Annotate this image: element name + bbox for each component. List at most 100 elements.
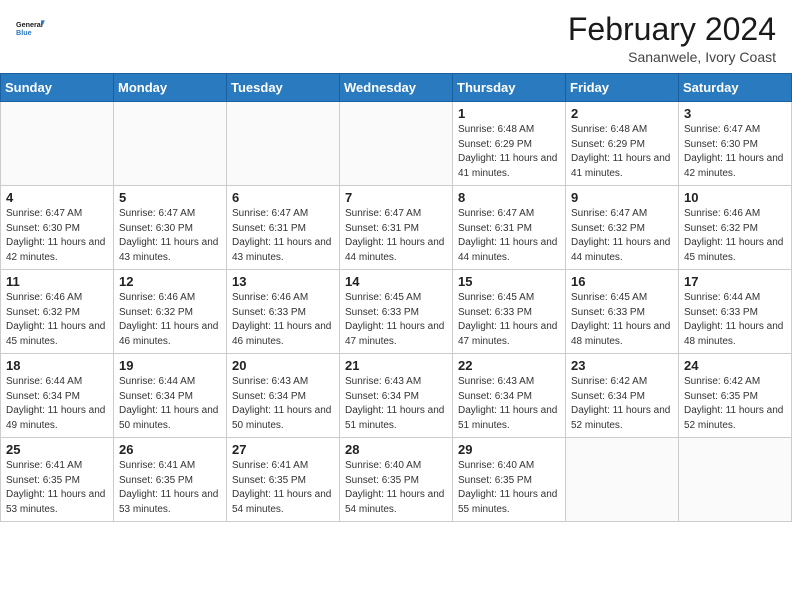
calendar-header-friday: Friday	[566, 74, 679, 102]
calendar-cell: 10 Sunrise: 6:46 AM Sunset: 6:32 PM Dayli…	[679, 186, 792, 270]
day-info: Sunrise: 6:47 AM Sunset: 6:30 PM Dayligh…	[6, 207, 108, 265]
svg-text:Blue: Blue	[16, 28, 32, 37]
day-info: Sunrise: 6:45 AM Sunset: 6:33 PM Dayligh…	[345, 291, 447, 349]
day-number: 21	[345, 358, 447, 373]
day-number: 7	[345, 190, 447, 205]
title-block: February 2024 Sananwele, Ivory Coast	[568, 12, 776, 65]
day-number: 10	[684, 190, 786, 205]
calendar-cell: 4Sunrise: 6:47 AM Sunset: 6:30 PM Daylig…	[1, 186, 114, 270]
calendar-cell: 22 Sunrise: 6:43 AM Sunset: 6:34 PM Dayli…	[453, 354, 566, 438]
calendar-wrap: SundayMondayTuesdayWednesdayThursdayFrid…	[0, 73, 792, 522]
day-info: Sunrise: 6:43 AM Sunset: 6:34 PM Dayligh…	[232, 375, 334, 433]
day-info: Sunrise: 6:40 AM Sunset: 6:35 PM Dayligh…	[458, 459, 560, 517]
calendar-cell	[566, 438, 679, 522]
calendar-week-2: 11 Sunrise: 6:46 AM Sunset: 6:32 PM Dayli…	[1, 270, 792, 354]
day-info: Sunrise: 6:45 AM Sunset: 6:33 PM Dayligh…	[571, 291, 673, 349]
calendar-header-monday: Monday	[114, 74, 227, 102]
day-info: Sunrise: 6:47 AM Sunset: 6:31 PM Dayligh…	[345, 207, 447, 265]
calendar-week-4: 25 Sunrise: 6:41 AM Sunset: 6:35 PM Dayli…	[1, 438, 792, 522]
calendar-week-1: 4Sunrise: 6:47 AM Sunset: 6:30 PM Daylig…	[1, 186, 792, 270]
calendar-cell: 6 Sunrise: 6:47 AM Sunset: 6:31 PM Daylig…	[227, 186, 340, 270]
subtitle: Sananwele, Ivory Coast	[568, 49, 776, 65]
day-info: Sunrise: 6:47 AM Sunset: 6:30 PM Dayligh…	[684, 123, 786, 181]
calendar-cell: 27Sunrise: 6:41 AM Sunset: 6:35 PM Dayli…	[227, 438, 340, 522]
calendar-cell: 16 Sunrise: 6:45 AM Sunset: 6:33 PM Dayli…	[566, 270, 679, 354]
day-number: 14	[345, 274, 447, 289]
day-number: 22	[458, 358, 560, 373]
day-info: Sunrise: 6:41 AM Sunset: 6:35 PM Dayligh…	[232, 459, 334, 517]
day-info: Sunrise: 6:46 AM Sunset: 6:32 PM Dayligh…	[119, 291, 221, 349]
calendar-cell: 25 Sunrise: 6:41 AM Sunset: 6:35 PM Dayli…	[1, 438, 114, 522]
calendar-cell: 15Sunrise: 6:45 AM Sunset: 6:33 PM Dayli…	[453, 270, 566, 354]
calendar-cell: 17 Sunrise: 6:44 AM Sunset: 6:33 PM Dayli…	[679, 270, 792, 354]
day-number: 13	[232, 274, 334, 289]
calendar-cell: 26Sunrise: 6:41 AM Sunset: 6:35 PM Dayli…	[114, 438, 227, 522]
day-info: Sunrise: 6:43 AM Sunset: 6:34 PM Dayligh…	[345, 375, 447, 433]
calendar-cell: 23Sunrise: 6:42 AM Sunset: 6:34 PM Dayli…	[566, 354, 679, 438]
day-info: Sunrise: 6:40 AM Sunset: 6:35 PM Dayligh…	[345, 459, 447, 517]
calendar-header-saturday: Saturday	[679, 74, 792, 102]
calendar-cell: 21 Sunrise: 6:43 AM Sunset: 6:34 PM Dayli…	[340, 354, 453, 438]
calendar-header-tuesday: Tuesday	[227, 74, 340, 102]
day-number: 15	[458, 274, 560, 289]
calendar-cell: 24 Sunrise: 6:42 AM Sunset: 6:35 PM Dayli…	[679, 354, 792, 438]
calendar-cell: 12 Sunrise: 6:46 AM Sunset: 6:32 PM Dayli…	[114, 270, 227, 354]
day-number: 24	[684, 358, 786, 373]
calendar-cell	[340, 102, 453, 186]
calendar-cell: 14 Sunrise: 6:45 AM Sunset: 6:33 PM Dayli…	[340, 270, 453, 354]
calendar-cell	[114, 102, 227, 186]
day-number: 16	[571, 274, 673, 289]
page: GeneralBlue February 2024 Sananwele, Ivo…	[0, 0, 792, 612]
calendar-header-row: SundayMondayTuesdayWednesdayThursdayFrid…	[1, 74, 792, 102]
calendar-cell: 20 Sunrise: 6:43 AM Sunset: 6:34 PM Dayli…	[227, 354, 340, 438]
calendar-cell: 9 Sunrise: 6:47 AM Sunset: 6:32 PM Daylig…	[566, 186, 679, 270]
day-info: Sunrise: 6:46 AM Sunset: 6:32 PM Dayligh…	[684, 207, 786, 265]
calendar-cell: 5 Sunrise: 6:47 AM Sunset: 6:30 PM Daylig…	[114, 186, 227, 270]
day-number: 5	[119, 190, 221, 205]
day-info: Sunrise: 6:44 AM Sunset: 6:33 PM Dayligh…	[684, 291, 786, 349]
day-info: Sunrise: 6:41 AM Sunset: 6:35 PM Dayligh…	[6, 459, 108, 517]
day-number: 25	[6, 442, 108, 457]
calendar-header-sunday: Sunday	[1, 74, 114, 102]
day-number: 29	[458, 442, 560, 457]
day-info: Sunrise: 6:44 AM Sunset: 6:34 PM Dayligh…	[6, 375, 108, 433]
day-info: Sunrise: 6:47 AM Sunset: 6:31 PM Dayligh…	[458, 207, 560, 265]
day-number: 6	[232, 190, 334, 205]
day-info: Sunrise: 6:46 AM Sunset: 6:32 PM Dayligh…	[6, 291, 108, 349]
day-info: Sunrise: 6:46 AM Sunset: 6:33 PM Dayligh…	[232, 291, 334, 349]
calendar-week-3: 18 Sunrise: 6:44 AM Sunset: 6:34 PM Dayli…	[1, 354, 792, 438]
header: GeneralBlue February 2024 Sananwele, Ivo…	[0, 0, 792, 73]
calendar-cell: 18 Sunrise: 6:44 AM Sunset: 6:34 PM Dayli…	[1, 354, 114, 438]
day-number: 17	[684, 274, 786, 289]
logo-icon: GeneralBlue	[16, 12, 48, 44]
calendar-cell: 3 Sunrise: 6:47 AM Sunset: 6:30 PM Daylig…	[679, 102, 792, 186]
day-number: 20	[232, 358, 334, 373]
day-info: Sunrise: 6:47 AM Sunset: 6:31 PM Dayligh…	[232, 207, 334, 265]
calendar-cell	[679, 438, 792, 522]
calendar-cell: 8 Sunrise: 6:47 AM Sunset: 6:31 PM Daylig…	[453, 186, 566, 270]
calendar-cell: 19Sunrise: 6:44 AM Sunset: 6:34 PM Dayli…	[114, 354, 227, 438]
day-number: 2	[571, 106, 673, 121]
calendar-cell: 28 Sunrise: 6:40 AM Sunset: 6:35 PM Dayli…	[340, 438, 453, 522]
day-number: 12	[119, 274, 221, 289]
calendar-header-thursday: Thursday	[453, 74, 566, 102]
day-info: Sunrise: 6:48 AM Sunset: 6:29 PM Dayligh…	[571, 123, 673, 181]
day-number: 26	[119, 442, 221, 457]
logo: GeneralBlue	[16, 12, 48, 44]
day-info: Sunrise: 6:42 AM Sunset: 6:35 PM Dayligh…	[684, 375, 786, 433]
day-number: 18	[6, 358, 108, 373]
day-number: 3	[684, 106, 786, 121]
calendar-cell: 1Sunrise: 6:48 AM Sunset: 6:29 PM Daylig…	[453, 102, 566, 186]
day-number: 8	[458, 190, 560, 205]
calendar-table: SundayMondayTuesdayWednesdayThursdayFrid…	[0, 73, 792, 522]
calendar-cell: 7 Sunrise: 6:47 AM Sunset: 6:31 PM Daylig…	[340, 186, 453, 270]
day-info: Sunrise: 6:47 AM Sunset: 6:30 PM Dayligh…	[119, 207, 221, 265]
day-number: 28	[345, 442, 447, 457]
day-number: 9	[571, 190, 673, 205]
day-info: Sunrise: 6:42 AM Sunset: 6:34 PM Dayligh…	[571, 375, 673, 433]
day-info: Sunrise: 6:47 AM Sunset: 6:32 PM Dayligh…	[571, 207, 673, 265]
calendar-cell: 13 Sunrise: 6:46 AM Sunset: 6:33 PM Dayli…	[227, 270, 340, 354]
day-info: Sunrise: 6:43 AM Sunset: 6:34 PM Dayligh…	[458, 375, 560, 433]
calendar-cell	[227, 102, 340, 186]
day-number: 11	[6, 274, 108, 289]
